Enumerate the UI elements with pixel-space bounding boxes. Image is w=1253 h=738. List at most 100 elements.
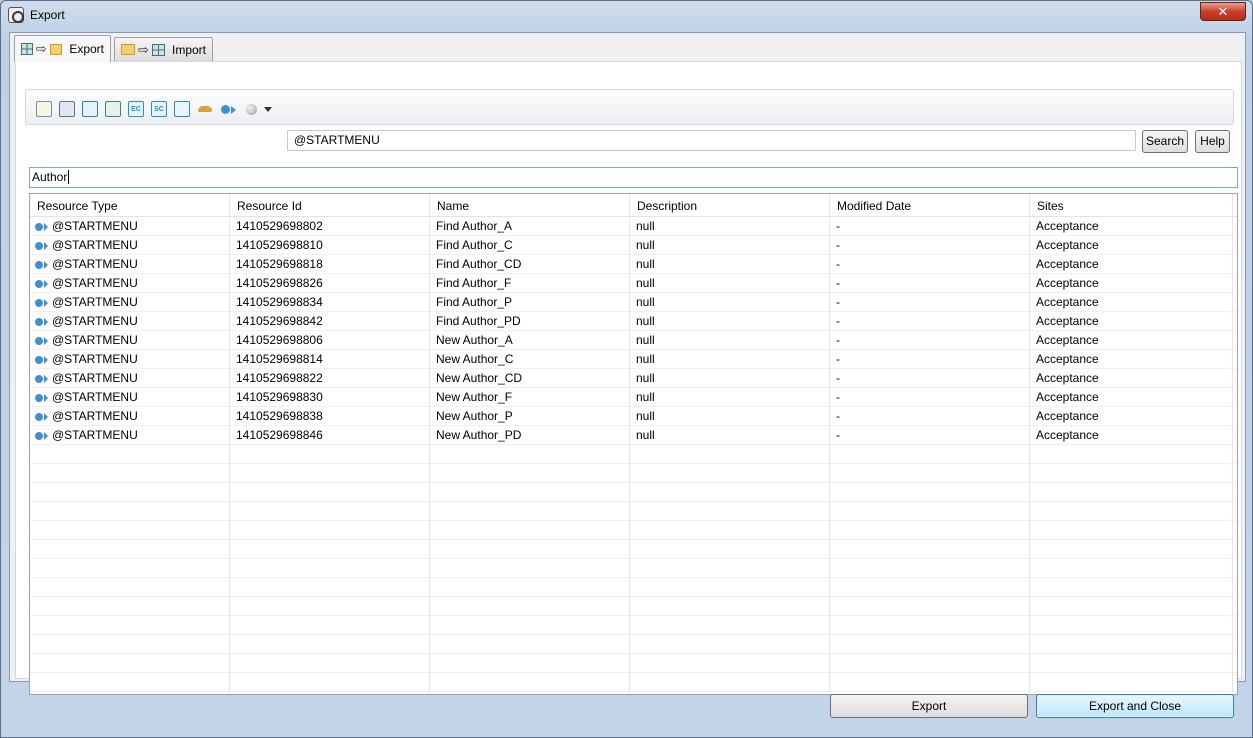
cell-id: 1410529698814 — [230, 350, 430, 369]
empty-cell — [1030, 616, 1233, 635]
sc-icon[interactable]: SC — [151, 101, 167, 117]
database-icon[interactable] — [59, 101, 75, 117]
document-icon[interactable] — [36, 101, 52, 117]
empty-cell — [1030, 635, 1233, 654]
empty-cell — [430, 673, 630, 692]
empty-row — [30, 464, 1237, 483]
empty-cell — [830, 502, 1030, 521]
empty-cell — [230, 540, 430, 559]
tab-import[interactable]: ⇨ Import — [114, 37, 213, 61]
table-row[interactable]: @STARTMENU 1410529698822 New Author_CD null… — [30, 369, 1237, 388]
table-row[interactable]: @STARTMENU 1410529698818 Find Author_CD nul… — [30, 255, 1237, 274]
chevron-down-icon[interactable] — [264, 106, 272, 112]
cell-text: @STARTMENU — [52, 257, 138, 271]
hat-icon[interactable] — [197, 101, 213, 117]
folder-icon — [49, 43, 63, 55]
cell-text: @STARTMENU — [52, 371, 138, 385]
empty-cell — [430, 635, 630, 654]
startmenu-icon — [35, 336, 49, 346]
empty-cell — [230, 483, 430, 502]
empty-row — [30, 616, 1237, 635]
cell-description: null — [630, 426, 830, 445]
gray-ball-icon[interactable] — [243, 101, 259, 117]
help-button[interactable]: Help — [1195, 130, 1230, 153]
cell-sites: Acceptance — [1030, 274, 1233, 293]
title-bar: Export ✕ — [1, 1, 1252, 29]
column-header-modified-date[interactable]: Modified Date — [830, 194, 1030, 217]
table-row[interactable]: @STARTMENU 1410529698846 New Author_PD null… — [30, 426, 1237, 445]
empty-cell — [430, 654, 630, 673]
tab-export[interactable]: ⇨ Export — [14, 35, 111, 62]
empty-row — [30, 635, 1237, 654]
resource-type-field[interactable]: @STARTMENU — [287, 130, 1136, 151]
table-body: @STARTMENU 1410529698802 Find Author_A null… — [30, 217, 1237, 692]
column-header-description[interactable]: Description — [630, 194, 830, 217]
cell-description: null — [630, 312, 830, 331]
cell-id: 1410529698806 — [230, 331, 430, 350]
filter-input[interactable]: Author — [29, 167, 1238, 188]
table-row[interactable]: @STARTMENU 1410529698834 Find Author_P null… — [30, 293, 1237, 312]
close-button[interactable]: ✕ — [1200, 2, 1246, 21]
cell-sites: Acceptance — [1030, 426, 1233, 445]
table-row[interactable]: @STARTMENU 1410529698806 New Author_A null -… — [30, 331, 1237, 350]
dialog-content: ⇨ Export ⇨ Import EC SC @STARTMENU Searc… — [9, 32, 1246, 695]
cell-text: @STARTMENU — [52, 219, 138, 233]
column-header-resource-type[interactable]: Resource Type — [30, 194, 230, 217]
search-button[interactable]: Search — [1142, 130, 1188, 153]
cell-id: 1410529698846 — [230, 426, 430, 445]
cell-modified: - — [830, 217, 1030, 236]
table-row[interactable]: @STARTMENU 1410529698838 New Author_P null -… — [30, 407, 1237, 426]
table-row[interactable]: @STARTMENU 1410529698830 New Author_F null -… — [30, 388, 1237, 407]
cell-sites: Acceptance — [1030, 331, 1233, 350]
cell-modified: - — [830, 236, 1030, 255]
empty-cell — [230, 654, 430, 673]
cell-name: Find Author_F — [430, 274, 630, 293]
grid-icon — [21, 43, 33, 55]
cell-modified: - — [830, 274, 1030, 293]
cell-sites: Acceptance — [1030, 293, 1233, 312]
empty-cell — [30, 673, 230, 692]
cell-type: @STARTMENU — [30, 331, 230, 350]
cell-id: 1410529698818 — [230, 255, 430, 274]
empty-cell — [430, 578, 630, 597]
export-button[interactable]: Export — [830, 694, 1028, 718]
grid-icon[interactable] — [82, 101, 98, 117]
ec-icon[interactable]: EC — [128, 101, 144, 117]
cell-description: null — [630, 255, 830, 274]
empty-cell — [430, 445, 630, 464]
table-row[interactable]: @STARTMENU 1410529698810 Find Author_C null… — [30, 236, 1237, 255]
cell-text: @STARTMENU — [52, 314, 138, 328]
list-icon[interactable] — [105, 101, 121, 117]
cell-sites: Acceptance — [1030, 369, 1233, 388]
resource-table[interactable]: Resource Type Resource Id Name Descripti… — [29, 193, 1238, 695]
column-header-resource-id[interactable]: Resource Id — [230, 194, 430, 217]
table-row[interactable]: @STARTMENU 1410529698814 New Author_C null -… — [30, 350, 1237, 369]
column-header-sites[interactable]: Sites — [1030, 194, 1233, 217]
arrow-right-icon: ⇨ — [138, 41, 149, 57]
cell-description: null — [630, 407, 830, 426]
export-and-close-button[interactable]: Export and Close — [1036, 694, 1234, 718]
column-header-name[interactable]: Name — [430, 194, 630, 217]
cell-modified: - — [830, 407, 1030, 426]
cell-modified: - — [830, 312, 1030, 331]
table-row[interactable]: @STARTMENU 1410529698802 Find Author_A null… — [30, 217, 1237, 236]
cell-text: @STARTMENU — [52, 409, 138, 423]
transfer-icon[interactable] — [174, 101, 190, 117]
cell-text: @STARTMENU — [52, 333, 138, 347]
cell-description: null — [630, 331, 830, 350]
cell-name: Find Author_CD — [430, 255, 630, 274]
empty-cell — [630, 521, 830, 540]
startmenu-icon[interactable] — [220, 101, 236, 117]
cell-description: null — [630, 350, 830, 369]
startmenu-icon — [35, 317, 49, 327]
empty-cell — [230, 597, 430, 616]
table-header: Resource Type Resource Id Name Descripti… — [30, 194, 1237, 217]
table-row[interactable]: @STARTMENU 1410529698826 Find Author_F null… — [30, 274, 1237, 293]
empty-cell — [1030, 445, 1233, 464]
cell-type: @STARTMENU — [30, 274, 230, 293]
cell-text: @STARTMENU — [52, 276, 138, 290]
empty-row — [30, 654, 1237, 673]
empty-cell — [430, 616, 630, 635]
cell-sites: Acceptance — [1030, 388, 1233, 407]
table-row[interactable]: @STARTMENU 1410529698842 Find Author_PD nul… — [30, 312, 1237, 331]
